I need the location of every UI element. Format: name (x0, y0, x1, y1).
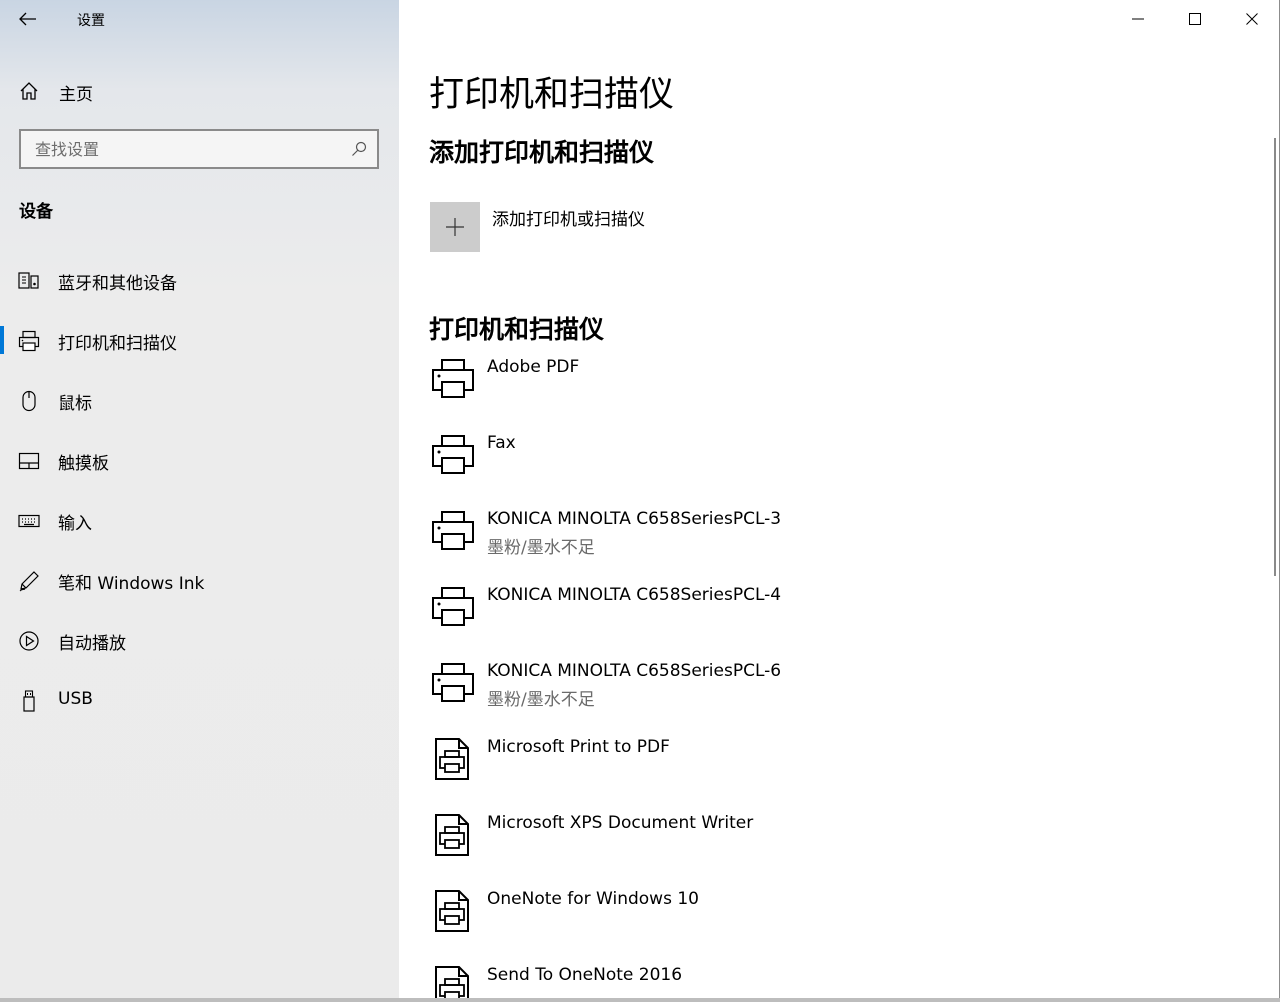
document-printer-icon (435, 738, 469, 780)
add-section-title: 添加打印机和扫描仪 (429, 138, 655, 167)
maximize-button[interactable] (1166, 0, 1223, 38)
bluetooth-devices-icon (18, 270, 40, 292)
printer-icon (432, 511, 474, 550)
close-button[interactable] (1223, 0, 1280, 38)
document-printer-icon (435, 890, 469, 932)
autoplay-icon (18, 630, 40, 652)
close-icon (1245, 13, 1258, 25)
active-indicator (0, 326, 4, 354)
add-tile (430, 202, 480, 252)
keyboard-icon (18, 510, 40, 532)
printer-name: KONICA MINOLTA C658SeriesPCL-3 (487, 509, 782, 529)
window-controls (1109, 0, 1280, 38)
sidebar-nav: 蓝牙和其他设备 打印机和扫描仪 鼠标 触摸板 输入 笔和 Windows Ink… (0, 250, 399, 730)
section-heading: 设备 (19, 202, 53, 222)
printer-status: 墨粉/墨水不足 (487, 538, 595, 558)
sidebar-item-typing[interactable]: 输入 (0, 490, 399, 550)
sidebar-item-printers[interactable]: 打印机和扫描仪 (0, 310, 399, 370)
search-input[interactable] (21, 131, 341, 167)
printer-icon (432, 435, 474, 474)
sidebar-item-label: 蓝牙和其他设备 (58, 274, 177, 294)
printer-list: Adobe PDF Fax KONICA MINOLTA C658SeriesP… (429, 352, 1249, 1002)
printer-item[interactable]: OneNote for Windows 10 (429, 884, 1249, 960)
printers-section-title: 打印机和扫描仪 (429, 315, 605, 344)
sidebar-item-label: 笔和 Windows Ink (58, 574, 205, 594)
scrollbar[interactable] (1274, 138, 1276, 576)
printer-icon (432, 587, 474, 626)
plus-icon (446, 218, 464, 236)
home-label: 主页 (59, 85, 93, 105)
printer-item[interactable]: KONICA MINOLTA C658SeriesPCL-3 墨粉/墨水不足 (429, 504, 1249, 580)
printer-item[interactable]: Adobe PDF (429, 352, 1249, 428)
sidebar-item-label: USB (58, 689, 93, 709)
sidebar-item-label: 打印机和扫描仪 (58, 334, 177, 354)
search-box (19, 129, 379, 169)
add-printer-button[interactable]: 添加打印机或扫描仪 (430, 202, 830, 252)
document-printer-icon (435, 814, 469, 856)
sidebar-item-label: 鼠标 (58, 394, 92, 414)
sidebar-item-pen[interactable]: 笔和 Windows Ink (0, 550, 399, 610)
usb-icon (18, 690, 40, 712)
printer-icon (18, 330, 40, 352)
back-arrow-icon (19, 12, 36, 26)
app-title: 设置 (77, 13, 105, 29)
window-bottom-border (0, 998, 1280, 1002)
sidebar: 设置 主页 设备 蓝牙和其他设备 打印机和扫描仪 (0, 0, 399, 1002)
printer-name: Adobe PDF (487, 357, 580, 377)
sidebar-item-autoplay[interactable]: 自动播放 (0, 610, 399, 670)
main-content: 打印机和扫描仪 添加打印机和扫描仪 添加打印机或扫描仪 打印机和扫描仪 Adob… (399, 0, 1280, 1002)
home-nav-item[interactable]: 主页 (0, 72, 399, 110)
add-printer-label: 添加打印机或扫描仪 (492, 210, 645, 230)
minimize-button[interactable] (1109, 0, 1166, 38)
minimize-icon (1131, 18, 1144, 20)
printer-name: Microsoft Print to PDF (487, 737, 670, 757)
printer-icon (432, 663, 474, 702)
maximize-icon (1188, 13, 1201, 25)
home-icon (19, 81, 39, 105)
printer-status: 墨粉/墨水不足 (487, 690, 595, 710)
back-button[interactable] (14, 6, 42, 32)
printer-item[interactable]: Send To OneNote 2016 (429, 960, 1249, 1002)
printer-name: KONICA MINOLTA C658SeriesPCL-4 (487, 585, 782, 605)
printer-item[interactable]: KONICA MINOLTA C658SeriesPCL-4 (429, 580, 1249, 656)
search-icon[interactable] (351, 141, 367, 161)
printer-item[interactable]: Microsoft Print to PDF (429, 732, 1249, 808)
printer-item[interactable]: KONICA MINOLTA C658SeriesPCL-6 墨粉/墨水不足 (429, 656, 1249, 732)
title-bar: 设置 (0, 0, 399, 38)
touchpad-icon (18, 450, 40, 472)
page-title: 打印机和扫描仪 (429, 75, 675, 115)
sidebar-item-bluetooth[interactable]: 蓝牙和其他设备 (0, 250, 399, 310)
printer-icon (432, 359, 474, 398)
printer-name: KONICA MINOLTA C658SeriesPCL-6 (487, 661, 782, 681)
pen-icon (18, 570, 40, 592)
mouse-icon (18, 390, 40, 412)
printer-name: Fax (487, 433, 516, 453)
printer-name: Microsoft XPS Document Writer (487, 813, 754, 833)
printer-name: OneNote for Windows 10 (487, 889, 699, 909)
sidebar-item-touchpad[interactable]: 触摸板 (0, 430, 399, 490)
printer-item[interactable]: Microsoft XPS Document Writer (429, 808, 1249, 884)
sidebar-item-mouse[interactable]: 鼠标 (0, 370, 399, 430)
sidebar-item-usb[interactable]: USB (0, 670, 399, 730)
printer-name: Send To OneNote 2016 (487, 965, 683, 985)
printer-item[interactable]: Fax (429, 428, 1249, 504)
sidebar-item-label: 输入 (58, 514, 92, 534)
document-printer-icon (435, 966, 469, 1002)
sidebar-item-label: 自动播放 (58, 634, 126, 654)
sidebar-item-label: 触摸板 (58, 454, 109, 474)
